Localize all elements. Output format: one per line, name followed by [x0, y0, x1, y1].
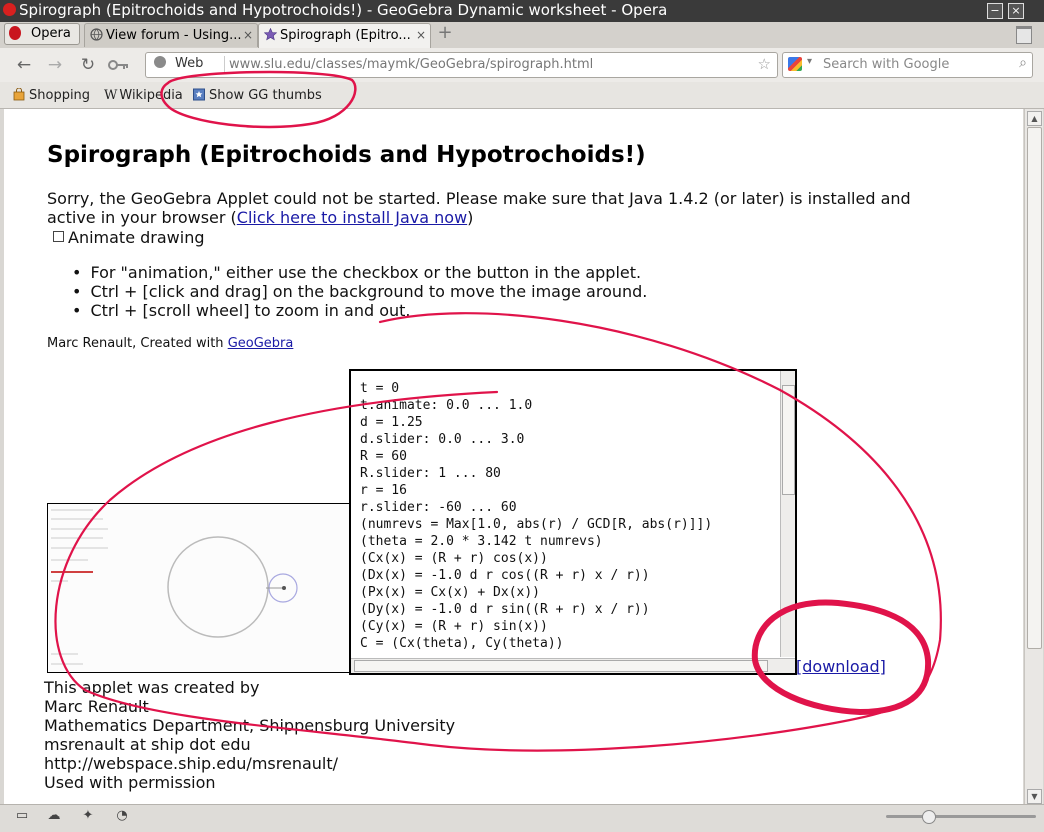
tab-label: View forum - Using...: [106, 28, 242, 43]
spirograph-preview-drawing: [48, 504, 349, 672]
page-title: Spirograph (Epitrochoids and Hypotrochoi…: [47, 142, 646, 168]
credit-line: Mathematics Department, Shippensburg Uni…: [44, 716, 456, 735]
author-credit: Marc Renault, Created with GeoGebra: [47, 336, 294, 351]
trash-icon[interactable]: [1016, 26, 1032, 44]
script-line: (Dy(x) = -1.0 d r sin((R + r) x / r)): [360, 602, 650, 617]
script-line: d.slider: 0.0 ... 3.0: [360, 432, 525, 447]
script-line: t.animate: 0.0 ... 1.0: [360, 398, 533, 413]
script-line: r = 16: [360, 483, 407, 498]
scroll-up-arrow-icon[interactable]: ▲: [1027, 111, 1042, 126]
forward-button[interactable]: →: [45, 55, 65, 75]
panel-toggle-icon[interactable]: ▭: [14, 809, 30, 823]
opera-menu-label: Opera: [31, 26, 71, 41]
applet-credits: This applet was created by Marc Renault Ma…: [44, 678, 455, 792]
status-bar: [0, 804, 1044, 832]
script-line: (theta = 2.0 * 3.142 t numrevs): [360, 534, 603, 549]
reload-button[interactable]: ↻: [78, 55, 98, 75]
address-bar[interactable]: Web www.slu.edu/classes/maymk/GeoGebra/s…: [145, 52, 778, 78]
script-line: t = 0: [360, 381, 400, 396]
java-warning: Sorry, the GeoGebra Applet could not be …: [47, 189, 911, 227]
speed-dial-icon[interactable]: ◔: [114, 809, 130, 823]
search-placeholder: Search with Google: [823, 57, 950, 72]
install-java-link[interactable]: Click here to install Java now: [237, 208, 467, 227]
script-text: t = 0 t.animate: 0.0 ... 1.0 d = 1.25 d.sli…: [360, 380, 712, 652]
globe-icon: [154, 56, 166, 68]
minimize-button[interactable]: −: [987, 3, 1003, 19]
credit-line: http://webspace.ship.edu/msrenault/: [44, 754, 339, 773]
script-line: d = 1.25: [360, 415, 423, 430]
search-engine-dropdown-icon[interactable]: ▾: [807, 56, 812, 67]
shopping-bag-icon: [13, 88, 25, 101]
construction-script-textarea[interactable]: t = 0 t.animate: 0.0 ... 1.0 d = 1.25 d.sli…: [349, 369, 797, 675]
list-item: For "animation," either use the checkbox…: [72, 263, 641, 282]
geogebra-star-icon: [264, 28, 277, 41]
script-line: R.slider: 1 ... 80: [360, 466, 501, 481]
bookmarklet-icon: [193, 88, 205, 101]
search-input[interactable]: ▾ Search with Google ⌕: [782, 52, 1033, 78]
search-icon[interactable]: ⌕: [1019, 55, 1027, 71]
page-viewport: Spirograph (Epitrochoids and Hypotrochoi…: [4, 109, 1023, 804]
zoom-slider[interactable]: [886, 810, 1036, 824]
window-title: Spirograph (Epitrochoids and Hypotrochoi…: [19, 1, 668, 19]
script-line: (numrevs = Max[1.0, abs(r) / GCD[R, abs(…: [360, 517, 713, 532]
google-icon: [788, 57, 802, 71]
checkbox-box[interactable]: [53, 231, 64, 242]
script-line: (Px(x) = Cx(x) + Dx(x)): [360, 585, 541, 600]
opera-logo-icon: [3, 3, 16, 16]
credit-line: msrenault at ship dot edu: [44, 735, 251, 754]
applet-preview-image: [47, 503, 350, 673]
script-line: r.slider: -60 ... 60: [360, 500, 517, 515]
zoom-slider-knob[interactable]: [922, 810, 936, 824]
opera-o-icon: [9, 26, 21, 40]
page-vertical-scrollbar[interactable]: ▲ ▼: [1024, 109, 1043, 804]
window-titlebar: Spirograph (Epitrochoids and Hypotrochoi…: [0, 0, 1044, 22]
bookmark-wikipedia[interactable]: W Wikipedia: [104, 88, 183, 103]
wikipedia-icon: W: [104, 88, 118, 103]
scroll-down-arrow-icon[interactable]: ▼: [1027, 789, 1042, 804]
turbo-icon[interactable]: ✦: [80, 809, 96, 823]
list-item: Ctrl + [scroll wheel] to zoom in and out…: [72, 301, 410, 320]
cloud-icon[interactable]: ☁: [46, 809, 62, 823]
close-window-button[interactable]: ×: [1008, 3, 1024, 19]
tab-label: Spirograph (Epitro...: [280, 28, 411, 43]
url-text: www.slu.edu/classes/maymk/GeoGebra/spiro…: [229, 57, 594, 72]
script-line: (Cy(x) = (R + r) sin(x)): [360, 619, 548, 634]
textarea-vertical-scrollbar[interactable]: [780, 371, 795, 657]
script-line: (Dx(x) = -1.0 d r cos((R + r) x / r)): [360, 568, 650, 583]
geogebra-link[interactable]: GeoGebra: [228, 336, 294, 351]
animate-drawing-checkbox[interactable]: Animate drawing: [53, 228, 205, 247]
scrollbar-thumb[interactable]: [354, 660, 768, 672]
web-badge: Web: [154, 56, 225, 74]
tab-close-icon[interactable]: ×: [243, 28, 253, 42]
checkbox-label: Animate drawing: [68, 228, 205, 247]
bookmark-star-icon[interactable]: ☆: [758, 55, 771, 73]
list-item: Ctrl + [click and drag] on the backgroun…: [72, 282, 647, 301]
opera-menu-button[interactable]: Opera: [4, 23, 80, 45]
new-tab-button[interactable]: +: [436, 24, 454, 43]
credit-line: This applet was created by: [44, 678, 260, 697]
tab-spirograph[interactable]: Spirograph (Epitro... ×: [258, 23, 431, 48]
key-icon[interactable]: [108, 58, 130, 72]
scrollbar-thumb[interactable]: [1027, 127, 1042, 649]
script-line: (Cx(x) = (R + r) cos(x)): [360, 551, 548, 566]
bookmark-show-gg-thumbs[interactable]: Show GG thumbs: [193, 88, 322, 103]
globe-icon: [90, 28, 103, 41]
tab-view-forum[interactable]: View forum - Using... ×: [84, 23, 258, 47]
scrollbar-thumb[interactable]: [782, 385, 795, 495]
script-line: R = 60: [360, 449, 407, 464]
credit-line: Marc Renault: [44, 697, 149, 716]
tab-close-icon[interactable]: ×: [416, 28, 426, 42]
credit-line: Used with permission: [44, 773, 216, 792]
script-line: C = (Cx(theta), Cy(theta)): [360, 636, 564, 651]
back-button[interactable]: ←: [14, 55, 34, 75]
download-link[interactable]: [download]: [796, 657, 886, 676]
bookmark-shopping[interactable]: Shopping: [13, 88, 90, 103]
textarea-horizontal-scrollbar[interactable]: [351, 658, 795, 673]
